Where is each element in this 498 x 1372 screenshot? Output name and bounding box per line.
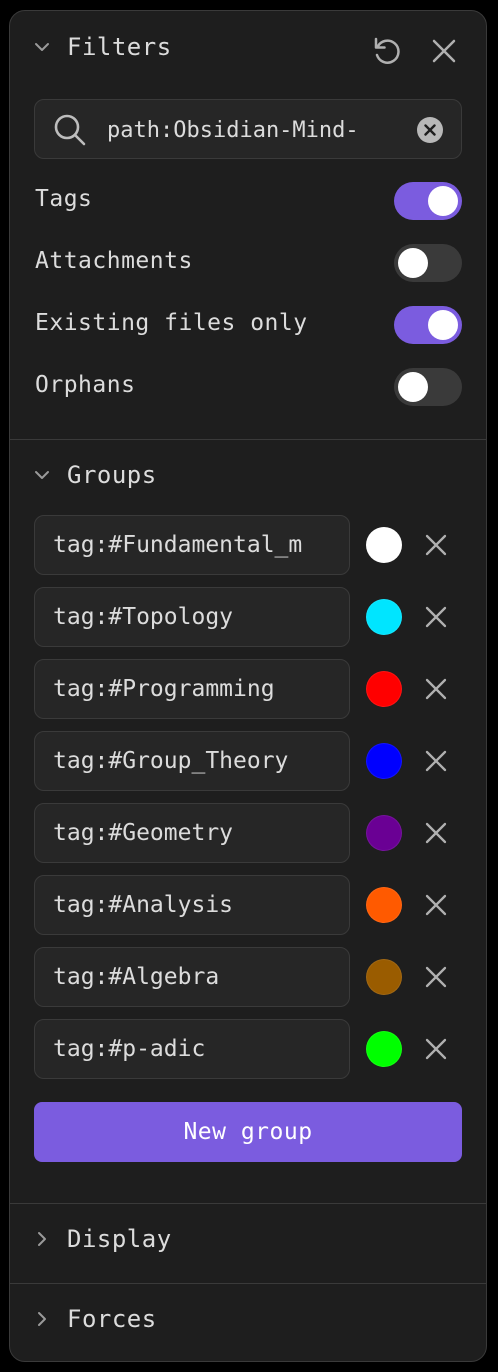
section-divider [10,1283,486,1284]
attachments-toggle[interactable] [394,244,462,282]
filters-section-header[interactable]: Filters [10,27,486,67]
close-icon [431,38,457,68]
remove-group-button[interactable] [418,599,454,635]
group-row [34,947,454,1007]
group-query-input[interactable] [34,659,350,719]
group-row [34,587,454,647]
close-icon [425,534,447,556]
toggle-label: Attachments [35,248,193,274]
remove-group-button[interactable] [418,959,454,995]
group-row [34,659,454,719]
group-row [34,875,454,935]
group-query-input[interactable] [34,515,350,575]
toggle-knob [398,372,428,402]
close-icon [425,678,447,700]
chevron-down-icon [32,465,52,485]
chevron-down-icon [32,37,52,57]
group-row [34,1019,454,1079]
close-filters-button[interactable] [424,33,464,73]
restore-default-button[interactable] [367,33,407,73]
remove-group-button[interactable] [418,1031,454,1067]
close-icon [425,894,447,916]
group-row [34,803,454,863]
filters-title: Filters [67,33,172,61]
search-input[interactable] [107,110,407,150]
group-query-input[interactable] [34,731,350,791]
group-row [34,515,454,575]
close-icon [425,1038,447,1060]
group-query-input[interactable] [34,1019,350,1079]
toggle-label: Existing files only [35,310,308,336]
group-color-swatch[interactable] [366,599,402,635]
restore-icon [370,34,404,72]
remove-group-button[interactable] [418,527,454,563]
group-color-swatch[interactable] [366,743,402,779]
clear-circle-icon [424,124,436,136]
toggle-row-attachments: Attachments [34,244,462,284]
forces-title: Forces [67,1305,157,1333]
chevron-right-icon [32,1229,52,1249]
group-color-swatch[interactable] [366,1031,402,1067]
forces-section-header[interactable]: Forces [10,1299,486,1339]
existing-files-only-toggle[interactable] [394,306,462,344]
remove-group-button[interactable] [418,887,454,923]
group-color-swatch[interactable] [366,815,402,851]
group-color-swatch[interactable] [366,959,402,995]
new-group-button[interactable]: New group [34,1102,462,1162]
group-query-input[interactable] [34,875,350,935]
group-query-input[interactable] [34,803,350,863]
toggle-label: Tags [35,186,93,212]
toggle-label: Orphans [35,372,136,398]
section-divider [10,439,486,440]
graph-settings-panel: Filters Tags [9,10,487,1362]
search-field [34,99,462,159]
group-color-swatch[interactable] [366,671,402,707]
group-query-input[interactable] [34,947,350,1007]
group-query-input[interactable] [34,587,350,647]
orphans-toggle[interactable] [394,368,462,406]
close-icon [425,606,447,628]
toggle-knob [428,310,458,340]
toggle-row-orphans: Orphans [34,368,462,408]
section-divider [10,1203,486,1204]
group-row [34,731,454,791]
toggle-knob [398,248,428,278]
chevron-right-icon [32,1309,52,1329]
group-color-swatch[interactable] [366,887,402,923]
groups-section-header[interactable]: Groups [10,455,486,495]
tags-toggle[interactable] [394,182,462,220]
toggle-knob [428,186,458,216]
close-icon [425,750,447,772]
group-color-swatch[interactable] [366,527,402,563]
remove-group-button[interactable] [418,743,454,779]
remove-group-button[interactable] [418,671,454,707]
close-icon [425,822,447,844]
display-section-header[interactable]: Display [10,1219,486,1259]
remove-group-button[interactable] [418,815,454,851]
display-title: Display [67,1225,172,1253]
groups-title: Groups [67,461,157,489]
close-icon [425,966,447,988]
clear-search-button[interactable] [417,117,443,143]
toggle-row-existing-files: Existing files only [34,306,462,346]
search-icon [53,113,87,147]
toggle-row-tags: Tags [34,182,462,222]
